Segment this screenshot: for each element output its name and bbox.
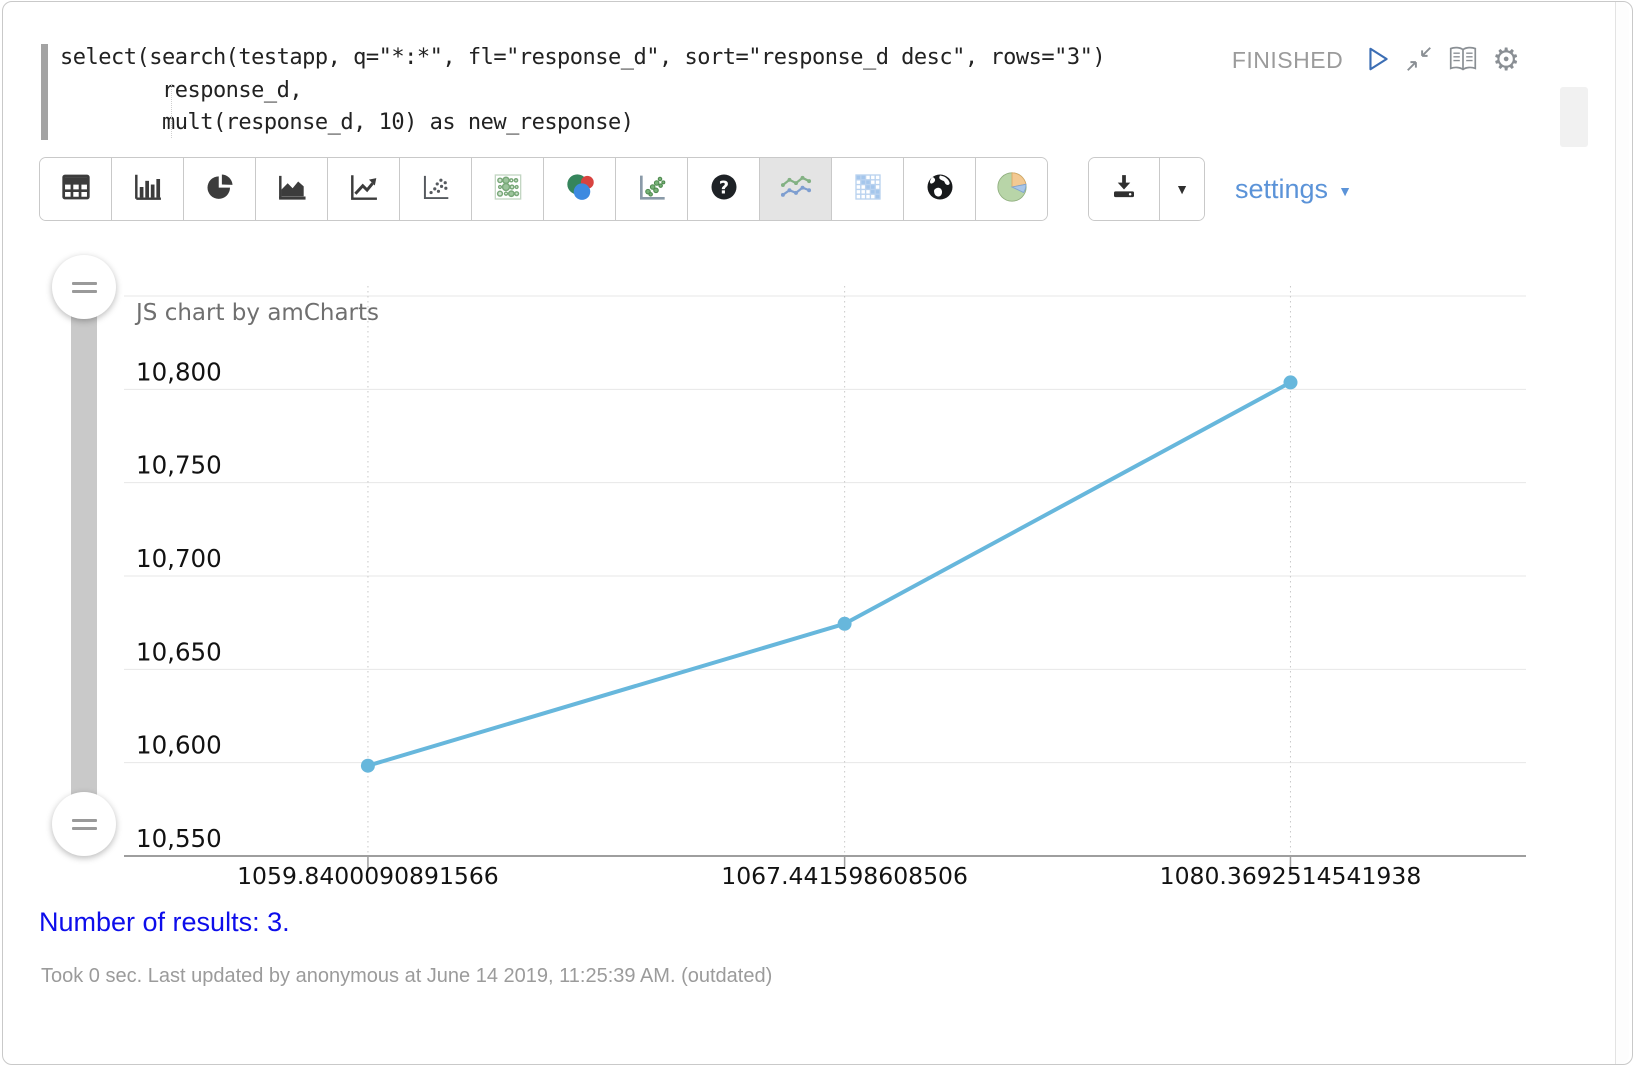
chart-type-bubble-grid-button[interactable] xyxy=(471,158,543,220)
download-icon xyxy=(1109,172,1139,207)
svg-text:10,750: 10,750 xyxy=(136,451,222,480)
editor-gutter xyxy=(41,44,48,140)
footer-status-text: Took 0 sec. Last updated by anonymous at… xyxy=(41,965,1632,988)
grip-icon xyxy=(72,290,97,293)
code-line[interactable]: mult(response_d, 10) as new_response) xyxy=(60,107,1632,140)
chart-type-table-button[interactable] xyxy=(40,158,111,220)
scatter-green-icon xyxy=(636,171,668,208)
value-axis-scrollbar-handle-top[interactable] xyxy=(52,255,116,319)
help-icon: ? xyxy=(709,172,739,207)
chart-type-toolbar: ? xyxy=(39,157,1048,221)
svg-text:10,650: 10,650 xyxy=(136,637,222,666)
area-chart-icon xyxy=(276,172,308,207)
line-chart-icon xyxy=(348,172,380,207)
multi-line-chart-icon xyxy=(779,172,813,207)
venn-diagram-icon xyxy=(563,171,597,208)
chart-title: JS chart by amCharts xyxy=(136,300,379,326)
settings-label: settings xyxy=(1235,174,1328,205)
svg-text:1080.3692514541938: 1080.3692514541938 xyxy=(1160,862,1422,890)
paragraph-settings-button[interactable]: ⚙ xyxy=(1492,45,1520,75)
chart-type-matrix-button[interactable] xyxy=(831,158,903,220)
table-icon xyxy=(60,172,92,207)
svg-text:?: ? xyxy=(718,178,728,198)
indent-guide xyxy=(171,84,172,138)
status-badge: FINISHED xyxy=(1232,47,1343,74)
chart-type-venn-diagram-button[interactable] xyxy=(543,158,615,220)
chevron-down-icon: ▼ xyxy=(1175,181,1189,197)
matrix-icon xyxy=(852,171,884,208)
bubble-grid-icon xyxy=(492,171,524,208)
download-group: ▼ xyxy=(1088,157,1205,221)
book-icon xyxy=(1447,45,1479,76)
paragraph-controls: FINISHED xyxy=(1232,42,1520,78)
value-axis-scrollbar-handle-bottom[interactable] xyxy=(52,792,116,856)
globe-icon xyxy=(925,172,955,207)
paragraph-header: select(search(testapp, q="*:*", fl="resp… xyxy=(3,2,1632,152)
grip-icon xyxy=(72,819,97,822)
grip-icon xyxy=(72,827,97,830)
svg-text:10,700: 10,700 xyxy=(136,544,222,573)
bar-chart-icon xyxy=(132,172,164,207)
compress-icon xyxy=(1404,44,1434,77)
svg-text:10,550: 10,550 xyxy=(136,824,222,853)
download-button[interactable] xyxy=(1089,158,1159,220)
chart-type-pie-chart-button[interactable] xyxy=(183,158,255,220)
svg-text:1059.8400090891566: 1059.8400090891566 xyxy=(237,862,499,890)
show-editor-button[interactable] xyxy=(1447,45,1479,76)
download-options-button[interactable]: ▼ xyxy=(1159,158,1204,220)
svg-text:10,600: 10,600 xyxy=(136,731,222,760)
window-scrollbar[interactable] xyxy=(1615,2,1629,1064)
run-button[interactable] xyxy=(1365,45,1391,76)
editor-scrollbar-thumb[interactable] xyxy=(1560,87,1588,147)
chart-type-area-chart-button[interactable] xyxy=(255,158,327,220)
play-icon xyxy=(1365,45,1391,76)
code-line[interactable]: response_d, xyxy=(60,75,1632,108)
gear-icon: ⚙ xyxy=(1492,45,1520,75)
chart-region: 10,550 10,600 10,650 10,700 10,750 10,800 1059… xyxy=(3,273,1632,903)
notebook-paragraph-card: select(search(testapp, q="*:*", fl="resp… xyxy=(2,1,1633,1065)
svg-text:1067.441598608506: 1067.441598608506 xyxy=(721,862,968,890)
grip-icon xyxy=(72,282,97,285)
pie-colored-icon xyxy=(995,170,1029,209)
settings-dropdown[interactable]: settings ▼ xyxy=(1235,174,1352,205)
scatter-chart-icon xyxy=(420,172,452,207)
chart-type-globe-button[interactable] xyxy=(903,158,975,220)
visualization-toolbar: ? ▼ settings ▼ xyxy=(39,157,1632,221)
pie-chart-icon xyxy=(205,172,235,207)
svg-text:10,800: 10,800 xyxy=(136,357,222,386)
results-text: Number of results: 3. xyxy=(39,907,1632,938)
chart-type-multi-line-chart-button[interactable] xyxy=(759,158,831,220)
chart-type-pie-colored-button[interactable] xyxy=(975,158,1047,220)
chart-type-help-button[interactable]: ? xyxy=(687,158,759,220)
chart-type-bar-chart-button[interactable] xyxy=(111,158,183,220)
value-axis-scrollbar[interactable] xyxy=(71,287,97,824)
chart-type-line-chart-button[interactable] xyxy=(327,158,399,220)
amcharts-line-chart: 10,550 10,600 10,650 10,700 10,750 10,800 1059… xyxy=(124,273,1526,903)
chevron-down-icon: ▼ xyxy=(1338,180,1352,199)
chart-type-scatter-chart-button[interactable] xyxy=(399,158,471,220)
collapse-button[interactable] xyxy=(1404,44,1434,77)
chart-type-scatter-green-button[interactable] xyxy=(615,158,687,220)
